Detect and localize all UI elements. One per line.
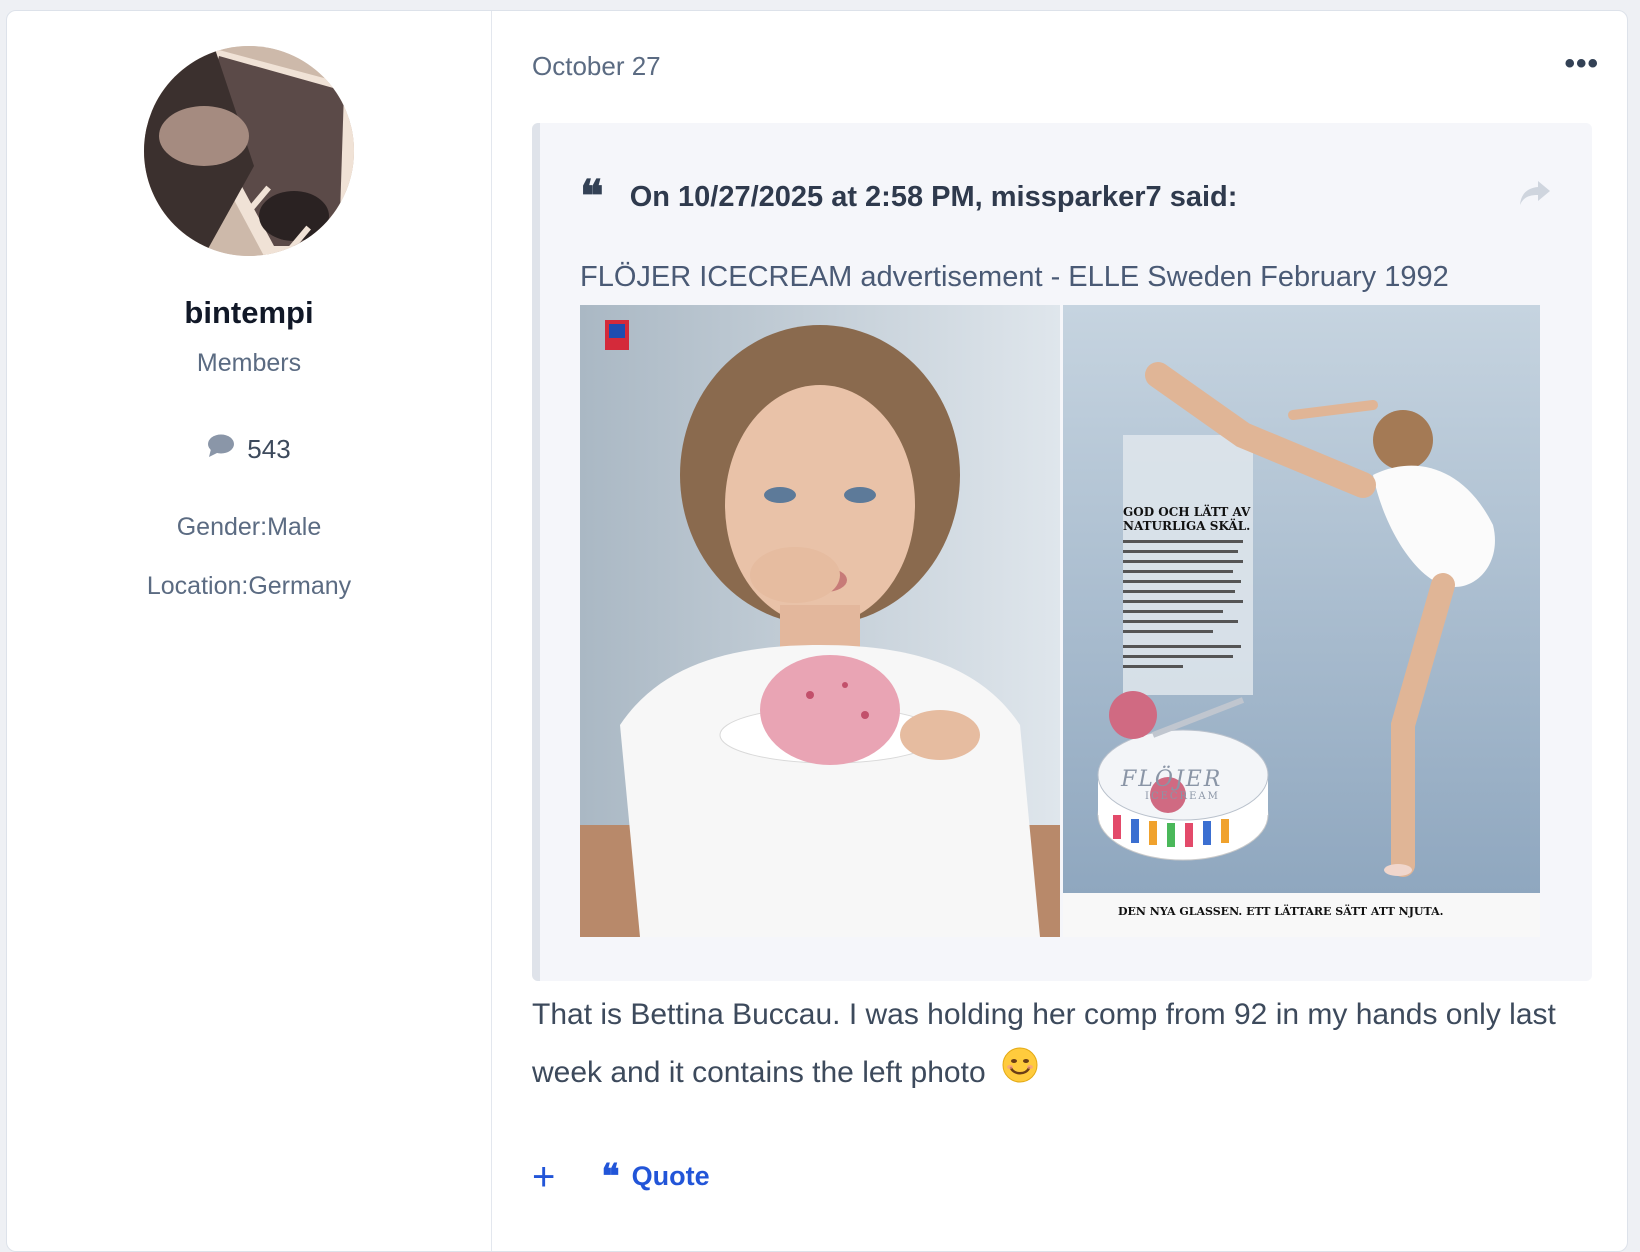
smiley-emoji	[1002, 1045, 1038, 1103]
quote-citation[interactable]: On 10/27/2025 at 2:58 PM, missparker7 sa…	[630, 181, 1238, 214]
post-count: 543	[7, 434, 491, 465]
ad-right-page: GOD OCH LÄTT AV NATURLIGA SKÄL. FLÖJER I…	[1063, 305, 1540, 937]
ad-left-photo	[580, 305, 1060, 937]
ad-headline: GOD OCH LÄTT AV NATURLIGA SKÄL.	[1123, 505, 1251, 533]
post-date[interactable]: October 27	[532, 51, 661, 82]
post-body-text: That is Bettina Buccau. I was holding he…	[532, 998, 1556, 1089]
quote-block: ❝ On 10/27/2025 at 2:58 PM, missparker7 …	[532, 123, 1592, 981]
avatar[interactable]	[144, 46, 354, 256]
quote-button-label: Quote	[631, 1161, 710, 1191]
author-group: Members	[196, 349, 302, 377]
author-gender: Gender:Male	[176, 513, 322, 541]
post-actions: + ❝ Quote	[532, 1156, 710, 1197]
plus-icon[interactable]: +	[532, 1157, 555, 1197]
post-body: That is Bettina Buccau. I was holding he…	[532, 986, 1572, 1103]
author-name[interactable]: bintempi	[7, 295, 491, 331]
quote-mark-icon: ❝	[580, 171, 604, 222]
ad-brand: FLÖJER	[1121, 767, 1223, 792]
quote-button[interactable]: ❝ Quote	[601, 1156, 710, 1197]
author-location: Location:Germany	[146, 572, 352, 600]
ad-tagline: DEN NYA GLASSEN. ETT LÄTTARE SÄTT ATT NJ…	[1118, 905, 1444, 918]
author-panel: bintempi Members 543 Gender:Male Locatio…	[7, 11, 492, 1251]
quote-mark-icon: ❝	[601, 1156, 620, 1197]
share-icon[interactable]	[1518, 179, 1552, 215]
post-count-value: 543	[247, 434, 291, 464]
post-content: October 27 ••• ❝ On 10/27/2025 at 2:58 P…	[492, 11, 1627, 1251]
advertisement-image[interactable]: GOD OCH LÄTT AV NATURLIGA SKÄL. FLÖJER I…	[580, 305, 1540, 937]
quote-header: ❝ On 10/27/2025 at 2:58 PM, missparker7 …	[580, 171, 1552, 222]
comment-icon	[207, 434, 235, 465]
ad-brand-sub: ICECREAM	[1145, 791, 1220, 802]
quote-caption: FLÖJER ICECREAM advertisement - ELLE Swe…	[580, 261, 1449, 293]
more-icon[interactable]: •••	[1564, 47, 1599, 81]
forum-post: bintempi Members 543 Gender:Male Locatio…	[6, 10, 1628, 1252]
